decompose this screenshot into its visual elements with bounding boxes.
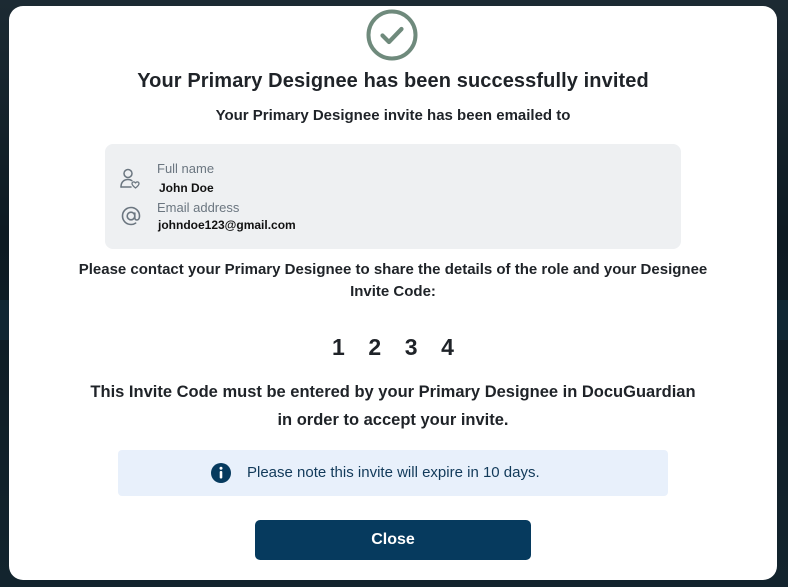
invite-code-digit: 3 bbox=[404, 334, 418, 360]
email-value: johndoe123@gmail.com bbox=[158, 218, 296, 232]
designee-info-card: Full name John Doe Email address johndoe… bbox=[105, 144, 681, 249]
user-icon bbox=[120, 168, 140, 189]
email-label: Email address bbox=[157, 200, 240, 215]
expiry-text: Please note this invite will expire in 1… bbox=[247, 464, 540, 481]
invite-code-digit: 4 bbox=[441, 334, 454, 360]
invite-code-digit: 1 bbox=[332, 334, 345, 360]
full-name-value: John Doe bbox=[159, 181, 214, 195]
check-circle-icon bbox=[366, 9, 418, 61]
expiry-banner: Please note this invite will expire in 1… bbox=[118, 450, 668, 496]
invite-code-digit: 2 bbox=[368, 334, 382, 360]
info-icon bbox=[211, 463, 231, 483]
at-icon bbox=[121, 206, 141, 226]
invite-success-dialog: Your Primary Designee has been successfu… bbox=[9, 6, 777, 580]
invite-code: 1 2 3 4 bbox=[9, 334, 777, 361]
dialog-title: Your Primary Designee has been successfu… bbox=[137, 70, 649, 92]
full-name-label: Full name bbox=[157, 161, 215, 176]
invite-code-notice: This Invite Code must be entered by your… bbox=[90, 383, 696, 429]
contact-instructions: Please contact your Primary Designee to … bbox=[78, 261, 708, 300]
close-button[interactable]: Close bbox=[255, 520, 531, 560]
dialog-subtitle: Your Primary Designee invite has been em… bbox=[215, 107, 571, 124]
